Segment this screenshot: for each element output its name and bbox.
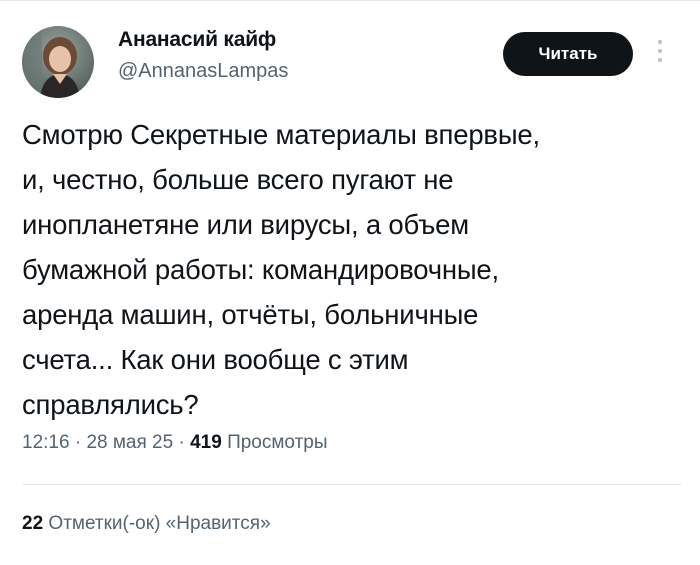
top-divider — [0, 0, 700, 1]
author-display-name[interactable]: Ананасий кайф — [118, 28, 276, 52]
more-dot — [658, 58, 662, 62]
likes-row[interactable]: 22 Отметки(-ок) «Нравится» — [22, 513, 271, 535]
more-vertical-icon[interactable] — [656, 40, 664, 68]
section-divider — [22, 484, 682, 485]
meta-separator: · — [173, 432, 191, 453]
author-handle[interactable]: @AnnanasLampas — [118, 60, 288, 83]
views-label: Просмотры — [227, 432, 328, 453]
tweet-text: Смотрю Секретные материалы впервые, и, ч… — [22, 119, 540, 420]
meta-separator: · — [69, 432, 87, 453]
author-avatar[interactable] — [22, 26, 94, 98]
read-button[interactable]: Читать — [503, 32, 633, 76]
tweet-meta: 12:16 · 28 мая 25 · 419 Просмотры — [22, 432, 328, 454]
views-count: 419 — [190, 432, 222, 453]
tweet-date[interactable]: 28 мая 25 — [86, 432, 173, 453]
likes-count: 22 — [22, 513, 44, 534]
more-dot — [658, 40, 662, 44]
user-avatar-icon — [22, 26, 94, 98]
likes-label: Отметки(-ок) «Нравится» — [48, 513, 271, 534]
more-dot — [658, 49, 662, 53]
tweet-time[interactable]: 12:16 — [22, 432, 70, 453]
